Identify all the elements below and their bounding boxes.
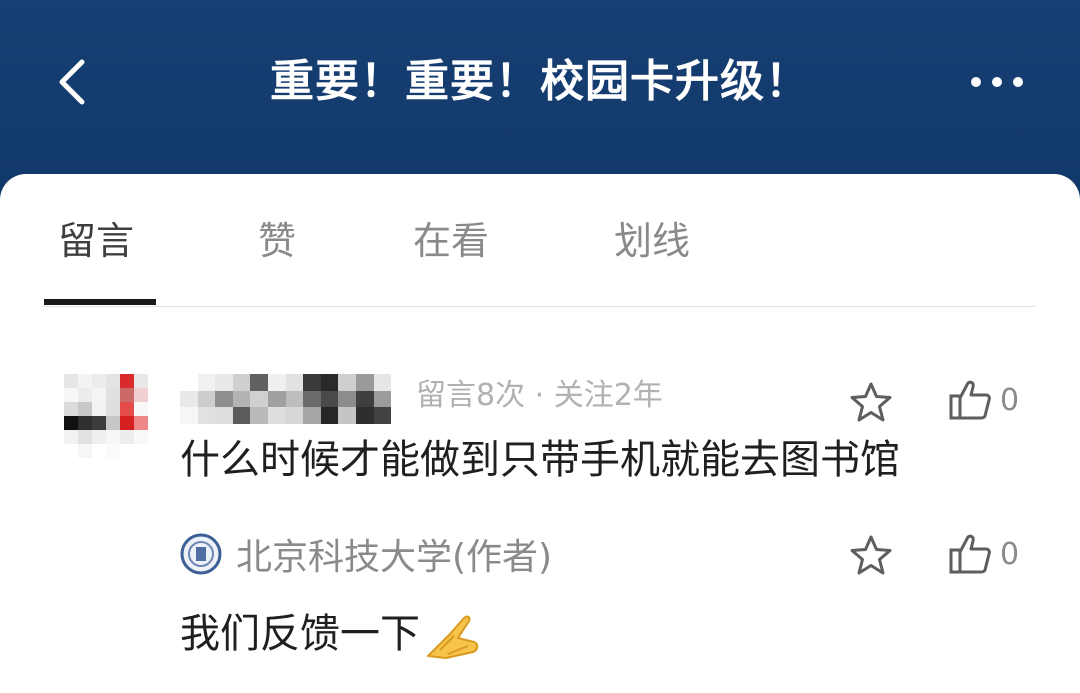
reply-like-button[interactable]: 0 <box>946 529 1019 579</box>
thumbs-up-icon <box>949 380 991 420</box>
pray-hands-icon <box>427 615 479 659</box>
like-count: 0 <box>1000 382 1020 418</box>
tab-likes[interactable]: 赞 <box>258 216 296 266</box>
author-name[interactable]: 北京科技大学(作者) <box>236 528 552 580</box>
star-icon <box>850 382 892 422</box>
author-reply-header: 北京科技大学(作者) <box>180 526 552 582</box>
reply-text-row: 我们反馈一下 <box>180 606 482 662</box>
comments-sheet: 留言 赞 在看 划线 留言8次 · 关注2年 0 什么时候才能做到只带手机就能去… <box>0 174 1080 693</box>
active-tab-indicator <box>44 299 156 305</box>
tab-watching[interactable]: 在看 <box>413 216 489 266</box>
star-icon <box>850 535 892 575</box>
tab-divider <box>44 306 1036 307</box>
tab-bar: 留言 赞 在看 划线 <box>0 174 1080 308</box>
tab-highlights[interactable]: 划线 <box>614 216 690 266</box>
reply-text: 我们反馈一下 <box>180 611 420 657</box>
reply-favorite-button[interactable] <box>846 531 896 581</box>
more-options-button[interactable] <box>962 52 1032 112</box>
reply-like-count: 0 <box>1000 536 1020 572</box>
favorite-button[interactable] <box>846 378 896 428</box>
university-logo-icon <box>180 533 222 575</box>
like-button[interactable]: 0 <box>946 375 1019 425</box>
more-horizontal-icon <box>971 77 1023 87</box>
comment-meta: 留言8次 · 关注2年 <box>416 378 663 413</box>
page-title: 重要！重要！校园卡升级！ <box>270 56 810 107</box>
thumbs-up-icon <box>949 534 991 574</box>
top-nav-bar: 重要！重要！校园卡升级！ <box>0 0 1080 200</box>
username-pixelated <box>180 374 392 424</box>
comment-text: 什么时候才能做到只带手机就能去图书馆 <box>180 437 900 483</box>
avatar[interactable] <box>64 374 148 458</box>
tab-comments[interactable]: 留言 <box>58 216 134 266</box>
